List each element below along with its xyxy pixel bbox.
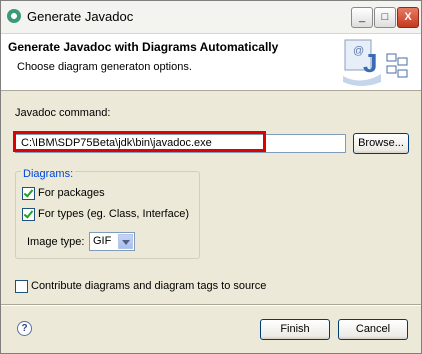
- browse-button[interactable]: Browse...: [353, 133, 409, 154]
- wizard-title: Generate Javadoc with Diagrams Automatic…: [8, 40, 279, 54]
- contribute-label[interactable]: Contribute diagrams and diagram tags to …: [31, 280, 266, 292]
- contribute-checkbox[interactable]: [15, 280, 28, 293]
- wizard-header: Generate Javadoc with Diagrams Automatic…: [1, 34, 421, 91]
- highlight-annotation: [13, 131, 266, 152]
- svg-text:J: J: [363, 48, 377, 78]
- javadoc-banner-icon: @ J: [343, 39, 408, 86]
- image-type-label: Image type:: [27, 236, 85, 248]
- footer-separator: [1, 304, 421, 306]
- for-types-checkbox[interactable]: [22, 208, 35, 221]
- minimize-button[interactable]: _: [351, 7, 373, 28]
- javadoc-command-label: Javadoc command:: [15, 107, 111, 119]
- chevron-down-icon[interactable]: [118, 234, 133, 249]
- generate-javadoc-dialog: Generate Javadoc _ □ X Generate Javadoc …: [0, 0, 422, 354]
- diagrams-group-legend: Diagrams:: [21, 168, 76, 180]
- window-title: Generate Javadoc: [27, 9, 134, 24]
- wizard-subtitle: Choose diagram generaton options.: [17, 61, 192, 73]
- maximize-button[interactable]: □: [374, 7, 396, 28]
- title-bar[interactable]: Generate Javadoc _ □ X: [1, 1, 421, 34]
- for-types-label[interactable]: For types (eg. Class, Interface): [38, 208, 189, 220]
- image-type-select[interactable]: GIF: [89, 232, 135, 251]
- image-type-value: GIF: [93, 235, 112, 247]
- help-icon[interactable]: ?: [17, 321, 32, 336]
- finish-button[interactable]: Finish: [260, 319, 330, 340]
- cancel-button[interactable]: Cancel: [338, 319, 408, 340]
- for-packages-checkbox[interactable]: [22, 187, 35, 200]
- eclipse-app-icon: [7, 9, 21, 23]
- for-packages-label[interactable]: For packages: [38, 187, 105, 199]
- close-button[interactable]: X: [397, 7, 419, 28]
